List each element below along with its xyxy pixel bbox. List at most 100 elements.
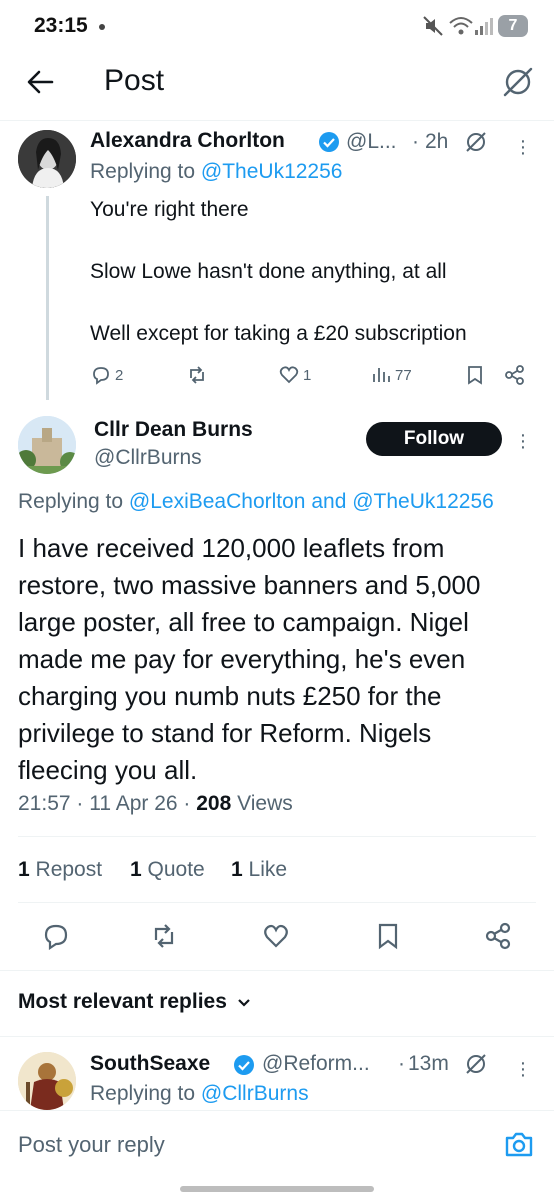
tweet-text-line: charging you numb nuts £250 for the bbox=[18, 681, 442, 711]
tweet-text-line: restore, two massive banners and 5,000 bbox=[18, 570, 481, 600]
tweet-time[interactable]: 13m bbox=[408, 1052, 449, 1076]
tweet-text: I have received 120,000 leaflets from re… bbox=[18, 530, 548, 789]
more-options-icon[interactable]: · · · bbox=[518, 425, 528, 457]
author-name[interactable]: SouthSeaxe bbox=[90, 1052, 210, 1076]
share-icon[interactable] bbox=[504, 364, 526, 386]
reposts-count: 1 bbox=[18, 858, 30, 881]
author-name[interactable]: Alexandra Chorlton bbox=[90, 129, 285, 153]
more-options-icon[interactable]: · · · bbox=[518, 131, 528, 163]
heart-icon[interactable] bbox=[262, 922, 290, 950]
replying-to-link[interactable]: @TheUk12256 bbox=[201, 160, 343, 183]
reposts-label: Repost bbox=[35, 858, 103, 881]
replying-prefix: Replying to bbox=[18, 490, 124, 513]
likes-count: 1 bbox=[231, 858, 243, 881]
divider bbox=[18, 836, 536, 837]
tweet-meta: 21:57 · 11 Apr 26 · 208 Views bbox=[18, 792, 293, 816]
more-options-icon[interactable]: · · · bbox=[518, 1053, 528, 1085]
replying-to-link[interactable]: @TheUk12256 bbox=[352, 490, 494, 513]
quotes-stat[interactable]: 1 Quote bbox=[130, 858, 205, 882]
author-handle[interactable]: @Reform... bbox=[262, 1052, 370, 1076]
chevron-down-icon bbox=[238, 999, 250, 1007]
header-divider bbox=[0, 120, 554, 121]
grok-icon[interactable] bbox=[464, 1052, 488, 1076]
avatar-image bbox=[18, 130, 76, 188]
repost-icon[interactable] bbox=[150, 922, 178, 950]
repost-action[interactable] bbox=[186, 364, 208, 386]
signal-icon bbox=[475, 18, 493, 35]
avatar-image bbox=[18, 1052, 76, 1110]
tweet-time[interactable]: 2h bbox=[425, 130, 448, 154]
avatar[interactable] bbox=[18, 416, 76, 474]
reply-icon[interactable] bbox=[42, 922, 70, 950]
tweet-text-line: privilege to stand for Reform. Nigels bbox=[18, 718, 432, 748]
reply-count: 2 bbox=[115, 366, 124, 384]
status-time: 23:15 bbox=[34, 14, 88, 37]
avatar[interactable] bbox=[18, 130, 76, 188]
camera-icon[interactable] bbox=[504, 1130, 534, 1158]
views-count: 77 bbox=[395, 366, 412, 384]
follow-button[interactable]: Follow bbox=[366, 422, 502, 456]
separator-dot: · bbox=[398, 1052, 405, 1075]
reply-input[interactable]: Post your reply bbox=[18, 1132, 165, 1158]
replies-sort-label: Most relevant replies bbox=[18, 990, 227, 1013]
replying-to-link[interactable]: @LexiBeaChorlton bbox=[129, 490, 306, 513]
tweet-text-line: fleecing you all. bbox=[18, 755, 198, 785]
wifi-icon bbox=[449, 17, 473, 35]
thread-line bbox=[46, 196, 49, 400]
bookmark-icon[interactable] bbox=[464, 364, 486, 386]
replying-prefix: Replying to bbox=[90, 160, 196, 183]
divider bbox=[0, 1036, 554, 1037]
author-handle[interactable]: @CllrBurns bbox=[94, 446, 202, 470]
verified-badge-icon bbox=[234, 1055, 254, 1075]
like-count: 1 bbox=[303, 366, 312, 384]
views-action[interactable]: 77 bbox=[370, 364, 412, 386]
reposts-stat[interactable]: 1 Repost bbox=[18, 858, 102, 882]
replies-sort-dropdown[interactable]: Most relevant replies bbox=[18, 990, 253, 1014]
replying-to: Replying to @TheUk12256 bbox=[90, 160, 342, 184]
author-name[interactable]: Cllr Dean Burns bbox=[94, 418, 253, 442]
tweet-timestamp[interactable]: 21:57 · 11 Apr 26 · bbox=[18, 792, 196, 815]
replying-to: Replying to @CllrBurns bbox=[90, 1082, 309, 1106]
replying-and: and bbox=[311, 490, 347, 513]
divider bbox=[18, 902, 536, 903]
tweet-text-line: I have received 120,000 leaflets from bbox=[18, 533, 445, 563]
avatar-image bbox=[18, 416, 76, 474]
reply-composer: Post your reply bbox=[0, 1110, 554, 1180]
views-count: 208 bbox=[196, 792, 232, 815]
tweet-text-line: made me pay for everything, he's even bbox=[18, 644, 466, 674]
reply-action[interactable]: 2 bbox=[90, 364, 123, 386]
battery-indicator: 7 bbox=[498, 15, 528, 37]
verified-badge-icon bbox=[319, 132, 339, 152]
likes-stat[interactable]: 1 Like bbox=[231, 858, 287, 882]
repost-icon bbox=[190, 366, 204, 384]
bookmark-icon[interactable] bbox=[374, 922, 402, 950]
divider bbox=[0, 970, 554, 971]
mute-icon bbox=[423, 16, 443, 36]
status-bar: 23:15 7 bbox=[0, 0, 554, 52]
heart-icon bbox=[279, 366, 299, 384]
grok-icon[interactable] bbox=[502, 66, 534, 98]
replying-to-link[interactable]: @CllrBurns bbox=[201, 1082, 309, 1105]
replying-prefix: Replying to bbox=[90, 1082, 196, 1105]
tweet-text-line-2: Slow Lowe hasn't done anything, at all bbox=[90, 260, 447, 283]
share-icon[interactable] bbox=[484, 922, 512, 950]
likes-label: Like bbox=[248, 858, 288, 881]
separator-dot: · bbox=[412, 130, 419, 153]
avatar[interactable] bbox=[18, 1052, 76, 1110]
quotes-count: 1 bbox=[130, 858, 142, 881]
home-indicator[interactable] bbox=[180, 1186, 374, 1192]
grok-icon[interactable] bbox=[464, 130, 488, 154]
reply-icon bbox=[93, 367, 109, 385]
replying-to: Replying to @LexiBeaChorlton and @TheUk1… bbox=[18, 490, 494, 514]
quotes-label: Quote bbox=[147, 858, 205, 881]
notification-dot-icon bbox=[99, 24, 105, 30]
tweet-text-line-1: You're right there bbox=[90, 198, 249, 221]
views-icon bbox=[373, 368, 390, 382]
page-title: Post bbox=[104, 64, 165, 97]
back-arrow-icon[interactable] bbox=[26, 68, 54, 96]
tweet-text-line-3: Well except for taking a £20 subscriptio… bbox=[90, 322, 467, 345]
author-handle[interactable]: @L... bbox=[346, 130, 397, 154]
views-label: Views bbox=[231, 792, 293, 815]
like-action[interactable]: 1 bbox=[278, 364, 311, 386]
tweet-text-line: large poster, all free to campaign. Nige… bbox=[18, 607, 469, 637]
